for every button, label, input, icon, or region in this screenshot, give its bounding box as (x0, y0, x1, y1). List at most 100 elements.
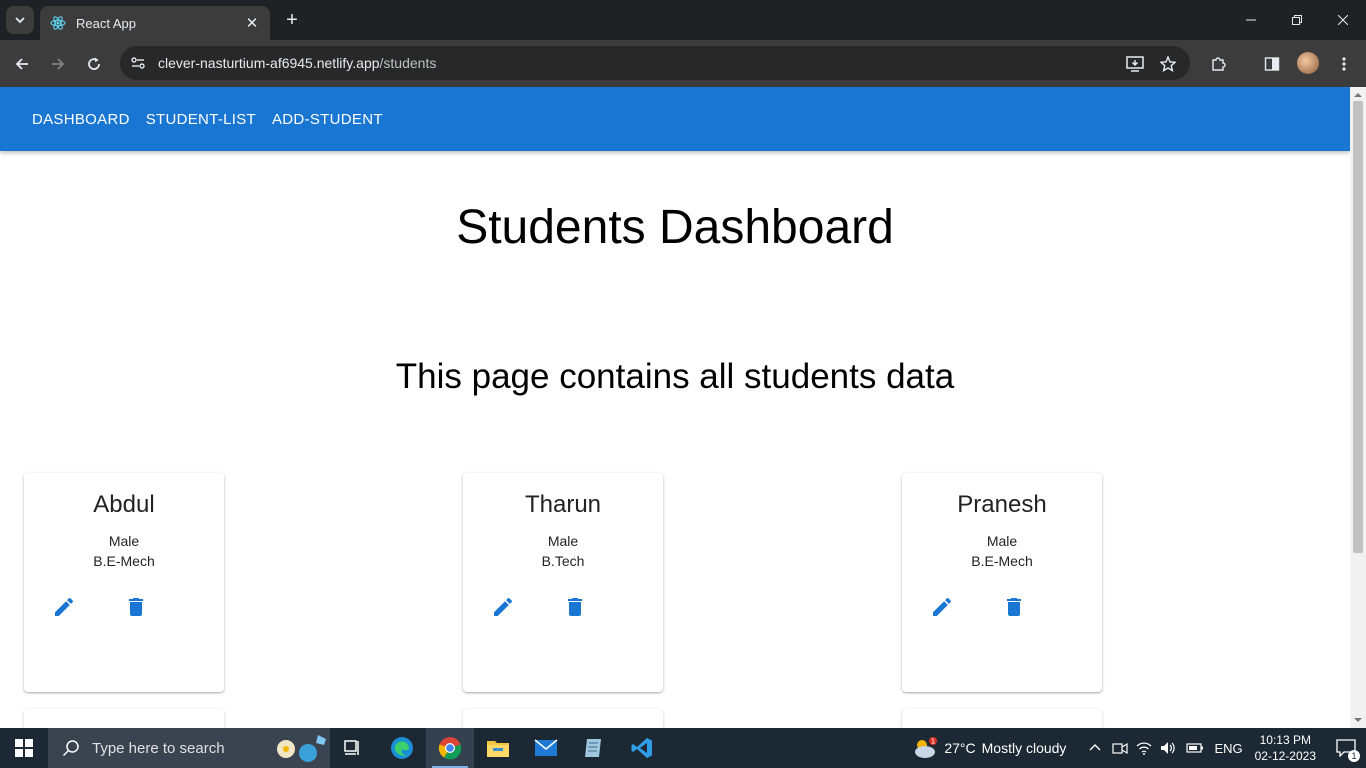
student-course: B.Tech (541, 553, 585, 569)
task-view-button[interactable] (330, 728, 378, 768)
search-placeholder: Type here to search (92, 739, 225, 757)
browser-toolbar: clever-nasturtium-af6945.netlify.app/stu… (0, 40, 1366, 87)
more-vert-icon (1342, 57, 1346, 71)
student-gender: Male (547, 533, 579, 549)
extensions-button[interactable] (1204, 50, 1232, 78)
page-title: Students Dashboard (456, 201, 894, 254)
taskbar-app-chrome[interactable] (426, 728, 474, 768)
delete-icon[interactable] (563, 595, 587, 619)
wifi-icon[interactable] (1136, 740, 1152, 756)
start-button[interactable] (0, 728, 48, 768)
meet-now-icon[interactable] (1112, 740, 1129, 756)
task-view-icon (344, 740, 359, 755)
student-course: B.E-Mech (93, 553, 155, 569)
language-indicator[interactable]: ENG (1214, 741, 1242, 756)
new-tab-button[interactable]: + (280, 8, 304, 32)
reload-button[interactable] (80, 50, 108, 78)
reload-icon (88, 57, 100, 70)
student-name: Tharun (524, 491, 602, 518)
svg-text:1: 1 (931, 738, 935, 746)
minimize-button[interactable] (1228, 0, 1274, 40)
browser-tab-strip: React App ✕ + (0, 0, 1366, 40)
tab-search-button[interactable] (6, 6, 34, 34)
chevron-up-icon[interactable] (1088, 741, 1102, 755)
student-card: Abdul Male B.E-Mech (24, 473, 224, 692)
app-bar: DASHBOARD STUDENT-LIST ADD-STUDENT (0, 87, 1350, 151)
edit-icon[interactable] (52, 595, 76, 619)
arrow-right-icon (52, 58, 65, 70)
notification-count: 1 (1348, 750, 1360, 762)
weather-temp: 27°C (944, 740, 976, 756)
edit-icon[interactable] (930, 595, 954, 619)
folder-icon (487, 741, 509, 757)
chrome-menu-button[interactable] (1330, 50, 1358, 78)
taskbar-app-file-explorer[interactable] (474, 728, 522, 768)
clock-date: 02-12-2023 (1254, 749, 1316, 763)
chrome-icon (438, 737, 462, 760)
search-icon (62, 740, 79, 757)
student-course: B.E-Mech (971, 553, 1033, 569)
star-icon (1160, 56, 1176, 72)
tab-close-icon[interactable]: ✕ (244, 14, 260, 32)
bookmark-button[interactable] (1154, 50, 1182, 78)
scroll-thumb[interactable] (1353, 101, 1363, 553)
weather-widget[interactable]: 1 27°C Mostly cloudy (912, 736, 1066, 760)
taskbar-app-vscode[interactable] (618, 728, 666, 768)
taskbar-app-notes[interactable] (570, 728, 618, 768)
cloudy-weather-icon: 1 (915, 737, 938, 758)
battery-icon[interactable] (1186, 742, 1204, 754)
student-gender: Male (108, 533, 140, 549)
profile-avatar[interactable] (1297, 52, 1319, 74)
forward-button[interactable] (44, 50, 72, 78)
close-window-button[interactable] (1320, 0, 1366, 40)
clock[interactable]: 10:13 PM 02-12-2023 (1255, 732, 1316, 764)
back-button[interactable] (8, 50, 36, 78)
chevron-down-icon (15, 17, 25, 24)
nav-link-student-list[interactable]: STUDENT-LIST (138, 105, 264, 134)
student-gender: Male (986, 533, 1018, 549)
restore-button[interactable] (1274, 0, 1320, 40)
page-viewport: DASHBOARD STUDENT-LIST ADD-STUDENT Stude… (0, 87, 1350, 728)
scroll-down-icon[interactable] (1350, 714, 1366, 726)
student-name: Abdul (93, 491, 155, 518)
delete-icon[interactable] (1002, 595, 1026, 619)
student-card-partial (24, 709, 224, 728)
windows-taskbar: Type here to search 1 27°C Mostly cloudy… (0, 728, 1366, 768)
nav-link-add-student[interactable]: ADD-STUDENT (264, 105, 391, 134)
taskbar-app-edge[interactable] (378, 728, 426, 768)
student-card: Tharun Male B.Tech (463, 473, 663, 692)
system-tray: 1 27°C Mostly cloudy ENG 10:13 PM 02-12-… (912, 728, 1366, 768)
site-settings-icon[interactable] (130, 55, 146, 71)
vscode-icon (631, 738, 652, 758)
notification-center-button[interactable]: 1 (1326, 728, 1366, 768)
scroll-up-icon[interactable] (1350, 89, 1366, 101)
close-icon (1338, 15, 1348, 25)
page-scrollbar[interactable] (1350, 87, 1366, 728)
delete-icon[interactable] (124, 595, 148, 619)
mail-icon (534, 739, 558, 756)
edit-icon[interactable] (491, 595, 515, 619)
search-highlight-icon (277, 735, 326, 762)
windows-logo-icon (15, 739, 33, 757)
nav-link-dashboard[interactable]: DASHBOARD (24, 105, 138, 134)
side-panel-icon (1264, 57, 1280, 71)
edge-icon (391, 737, 413, 759)
page-subtitle: This page contains all students data (395, 357, 955, 396)
taskbar-app-mail[interactable] (522, 728, 570, 768)
notepad-icon (585, 739, 601, 757)
install-app-button[interactable] (1121, 50, 1149, 78)
taskbar-search[interactable]: Type here to search (48, 728, 330, 768)
arrow-left-icon (15, 58, 28, 70)
side-panel-button[interactable] (1258, 50, 1286, 78)
restore-icon (1292, 15, 1302, 25)
url-host: clever-nasturtium-af6945.netlify.app (158, 55, 380, 71)
puzzle-icon (1212, 57, 1226, 71)
clock-time: 10:13 PM (1259, 733, 1311, 747)
student-card: Pranesh Male B.E-Mech (902, 473, 1102, 692)
volume-icon[interactable] (1160, 740, 1176, 756)
address-bar[interactable]: clever-nasturtium-af6945.netlify.app/stu… (120, 46, 1190, 80)
student-card-partial (463, 709, 663, 728)
browser-tab[interactable]: React App ✕ (40, 6, 270, 40)
minimize-icon (1246, 19, 1256, 21)
install-icon (1126, 56, 1144, 72)
